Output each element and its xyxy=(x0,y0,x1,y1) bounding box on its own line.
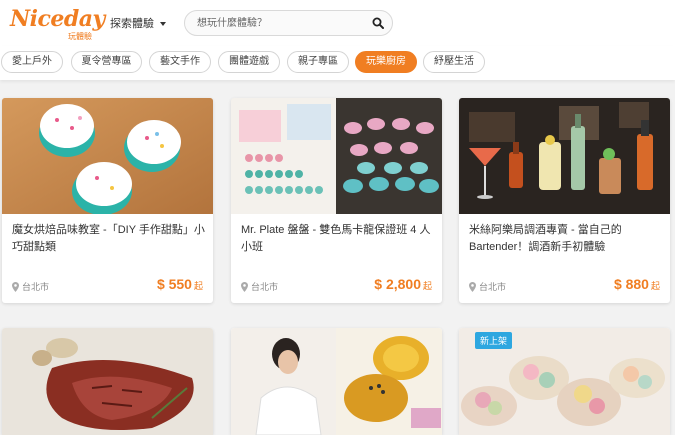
experience-card[interactable]: 魔女烘焙品味教室 -「DIY 手作甜點」小巧甜點類 台北市 $ 550 起 xyxy=(2,98,213,303)
niceday-logo[interactable]: Niceday 玩體驗 xyxy=(10,6,105,41)
card-price-suffix: 起 xyxy=(650,281,660,291)
search-box xyxy=(184,10,393,36)
category-pill-arts-crafts[interactable]: 藝文手作 xyxy=(149,51,211,73)
logo-wordmark: Niceday xyxy=(10,6,105,32)
card-location-text: 台北市 xyxy=(22,282,50,292)
experience-card[interactable]: 米絲阿樂局調酒專賣 - 當自己的 Bartender！調酒新手初體驗 台北市 $… xyxy=(459,98,670,303)
category-bar: 愛上戶外 夏令營專區 藝文手作 團體遊戲 親子專區 玩樂廚房 紓壓生活 xyxy=(0,46,675,80)
card-image-cocktails xyxy=(459,98,670,214)
map-pin-icon xyxy=(469,282,476,292)
card-price: $ 880 起 xyxy=(614,276,660,292)
card-price-value: $ 2,800 xyxy=(374,276,421,292)
card-title[interactable]: 米絲阿樂局調酒專賣 - 當自己的 Bartender！調酒新手初體驗 xyxy=(469,222,662,256)
card-title[interactable]: Mr. Plate 盤盤 - 雙色馬卡龍保證班 4 人小班 xyxy=(241,222,434,256)
card-location: 台北市 xyxy=(469,280,506,293)
experience-card[interactable]: 新上架 xyxy=(459,328,670,435)
search-input[interactable] xyxy=(197,15,367,32)
category-pill-outdoor[interactable]: 愛上戶外 xyxy=(1,51,63,73)
card-price-suffix: 起 xyxy=(422,281,432,291)
card-image-macarons xyxy=(231,98,442,214)
experience-card[interactable]: Mr. Plate 盤盤 - 雙色馬卡龍保證班 4 人小班 台北市 $ 2,80… xyxy=(231,98,442,303)
card-image-cupcakes xyxy=(2,98,213,214)
card-image-steak xyxy=(2,328,213,435)
category-pill-relax[interactable]: 紓壓生活 xyxy=(423,51,485,73)
card-price-value: $ 880 xyxy=(613,276,649,292)
card-image-pastry-chef xyxy=(231,328,442,435)
logo-subtitle: 玩體驗 xyxy=(68,32,92,41)
experience-card[interactable] xyxy=(2,328,213,435)
card-location: 台北市 xyxy=(241,280,278,293)
category-pill-summer-camp[interactable]: 夏令營專區 xyxy=(71,51,142,73)
category-pill-family[interactable]: 親子專區 xyxy=(287,51,349,73)
card-location-text: 台北市 xyxy=(479,282,507,292)
category-pill-kitchen[interactable]: 玩樂廚房 xyxy=(355,51,417,73)
card-title[interactable]: 魔女烘焙品味教室 -「DIY 手作甜點」小巧甜點類 xyxy=(12,222,205,256)
card-location: 台北市 xyxy=(12,280,49,293)
map-pin-icon xyxy=(12,282,19,292)
card-price: $ 550 起 xyxy=(157,276,203,292)
map-pin-icon xyxy=(241,282,248,292)
site-header: Niceday 玩體驗 探索體驗 xyxy=(0,0,675,46)
explore-label: 探索體驗 xyxy=(110,18,154,30)
card-price-value: $ 550 xyxy=(156,276,192,292)
explore-dropdown[interactable]: 探索體驗 xyxy=(110,15,166,31)
experience-card[interactable] xyxy=(231,328,442,435)
new-badge: 新上架 xyxy=(475,332,513,349)
card-price-suffix: 起 xyxy=(193,281,203,291)
search-icon[interactable] xyxy=(372,17,384,29)
chevron-down-icon xyxy=(160,22,166,27)
card-location-text: 台北市 xyxy=(251,282,279,292)
card-price: $ 2,800 起 xyxy=(374,276,432,292)
category-pill-group-games[interactable]: 團體遊戲 xyxy=(218,51,280,73)
